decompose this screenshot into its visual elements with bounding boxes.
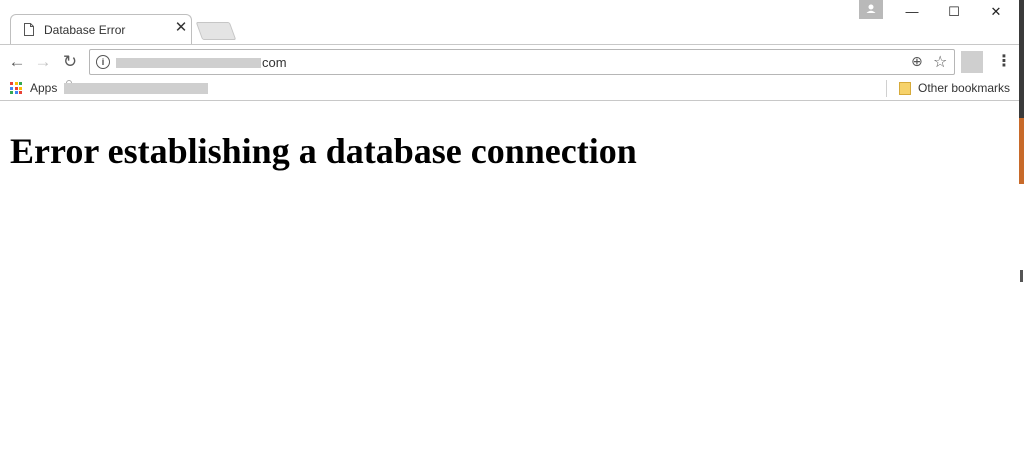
zoom-icon[interactable]: ⊕: [911, 53, 923, 70]
apps-grid-dot: [19, 86, 22, 90]
tab-strip: Database Error ✕ — ☐ ✕: [0, 0, 1019, 44]
edge-dark-block: [1019, 0, 1024, 118]
extension-icon[interactable]: [961, 51, 983, 73]
tab-title: Database Error: [44, 23, 126, 37]
apps-grid-icon[interactable]: [10, 82, 22, 94]
apps-grid-dot: [14, 82, 18, 85]
background-window-edge: [1019, 0, 1024, 471]
apps-grid-dot: [10, 91, 13, 94]
back-button[interactable]: ←: [7, 52, 27, 72]
apps-grid-dot: [14, 91, 18, 94]
apps-bookmark[interactable]: Apps: [30, 81, 57, 95]
bookmark-star-icon[interactable]: ☆: [933, 52, 947, 72]
url-redacted: [116, 58, 261, 68]
info-icon[interactable]: i: [96, 55, 110, 69]
url-text: com: [262, 55, 287, 70]
apps-grid-dot: [14, 86, 18, 90]
edge-marker: [1020, 270, 1023, 282]
apps-grid-dot: [10, 86, 13, 90]
toolbar: ← → ↻ i com ⊕ ☆ ⋮: [0, 44, 1019, 78]
apps-grid-dot: [19, 82, 22, 85]
menu-icon[interactable]: ⋮: [996, 51, 1012, 73]
folder-icon: [899, 82, 911, 95]
person-icon: [866, 4, 876, 13]
bookmarks-divider: [886, 80, 887, 97]
forward-button[interactable]: →: [33, 52, 53, 72]
new-tab-button[interactable]: [195, 22, 237, 40]
browser-window: Database Error ✕ — ☐ ✕ ← → ↻ i com ⊕ ☆ ⋮…: [0, 0, 1019, 471]
bookmark-redacted[interactable]: [64, 83, 208, 94]
apps-grid-dot: [10, 82, 13, 85]
maximize-button[interactable]: ☐: [934, 2, 974, 22]
tab-database-error[interactable]: Database Error ✕: [10, 14, 192, 44]
reload-button[interactable]: ↻: [60, 52, 80, 72]
error-heading: Error establishing a database connection: [10, 131, 637, 171]
apps-grid-dot: [19, 91, 22, 94]
other-bookmarks[interactable]: Other bookmarks: [918, 81, 1010, 95]
page-content: Error establishing a database connection: [0, 101, 1019, 471]
address-bar[interactable]: i com ⊕ ☆: [89, 49, 955, 75]
document-icon: [24, 23, 34, 36]
bookmarks-bar: Apps Other bookmarks: [0, 78, 1019, 101]
minimize-button[interactable]: —: [892, 2, 932, 22]
user-profile-icon[interactable]: [859, 0, 883, 19]
tab-close-icon[interactable]: ✕: [174, 20, 188, 36]
edge-orange-block: [1019, 118, 1024, 184]
close-window-button[interactable]: ✕: [976, 2, 1016, 22]
